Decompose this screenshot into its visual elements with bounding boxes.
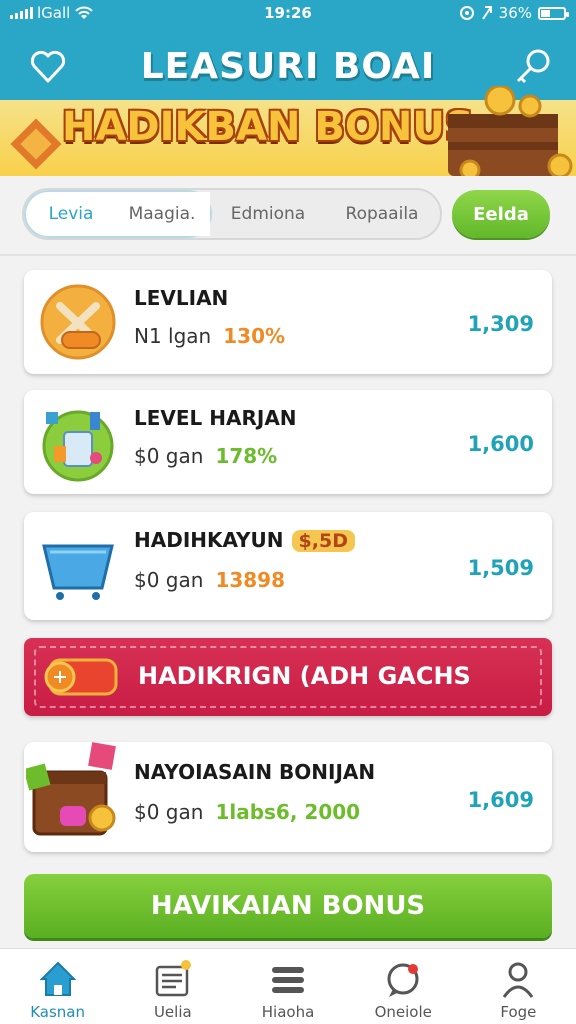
nav-label: Kasnan	[30, 1003, 85, 1021]
item-name: LEVEL HARJAN	[134, 406, 297, 430]
tab-ropaaila[interactable]: Ropaaila	[324, 190, 440, 238]
item-name: NAYOIASAIN BONIJAN	[134, 760, 376, 784]
item-subline: $0 gan 178%	[134, 444, 277, 468]
nav-item-profile[interactable]: Foge	[461, 949, 576, 1024]
battery-icon	[538, 6, 569, 20]
tab-group-active: Levia Maagia.	[24, 190, 212, 238]
item-sub: $0 gan	[134, 568, 204, 592]
tab-maagia[interactable]: Maagia.	[114, 192, 210, 236]
clock: 19:26	[264, 4, 312, 22]
tools-icon	[40, 284, 116, 360]
signal-icon	[10, 7, 33, 19]
item-amount: 1,600	[467, 432, 534, 456]
scroll-icon	[44, 658, 118, 696]
nav-label: Hiaoha	[261, 1003, 315, 1021]
tab-edmiona[interactable]: Edmiona	[212, 190, 324, 238]
nav-item-chat[interactable]: Oneiole	[346, 949, 461, 1024]
cart-icon	[42, 544, 114, 600]
item-percent: 130%	[223, 324, 286, 348]
wifi-icon	[75, 6, 94, 19]
home-icon	[39, 961, 77, 996]
list-item[interactable]: HADIHKAYUN $,5D $0 gan 13898 1,509	[24, 512, 552, 620]
profile-icon	[503, 962, 534, 998]
item-sub: N1 lgan	[134, 324, 212, 348]
bonus-title: HADIKBAN BONUS	[62, 104, 474, 150]
list-item[interactable]: LEVLIAN N1 lgan 130% 1,309	[24, 270, 552, 374]
item-percent: 1labs6, 2000	[215, 800, 361, 824]
location-icon	[459, 6, 474, 20]
main-bonus-button[interactable]: HAVIKAIAN BONUS	[24, 874, 552, 938]
app-title: LEASURI BOAI	[140, 46, 436, 87]
chat-icon	[387, 963, 419, 997]
search-key-icon[interactable]	[512, 46, 554, 88]
item-percent: 13898	[215, 568, 286, 592]
item-amount: 1,309	[467, 312, 534, 336]
promo-banner[interactable]: HADIKRIGN (ADH GACHS	[24, 638, 552, 716]
header-banner: LEASURI BOAI HADIKBAN BONUS	[0, 26, 576, 176]
toy-chest-icon	[26, 742, 116, 836]
price-badge: $,5D	[291, 530, 355, 552]
nav-item-list[interactable]: Uelia	[115, 949, 230, 1024]
status-bar: lGall 19:26 36%	[0, 0, 576, 26]
list-icon	[155, 960, 191, 997]
eelda-button[interactable]: Eelda	[452, 190, 550, 238]
menu-icon	[272, 967, 304, 993]
carrier-label: lGall	[37, 4, 71, 22]
item-subline: $0 gan 1labs6, 2000	[134, 800, 360, 824]
nav-label: Uelia	[153, 1003, 192, 1021]
list-item[interactable]: NAYOIASAIN BONIJAN $0 gan 1labs6, 2000 1…	[24, 742, 552, 852]
item-percent: 178%	[215, 444, 278, 468]
diamond-icon	[10, 118, 62, 170]
battery-percent: 36%	[498, 4, 532, 22]
item-sub: $0 gan	[134, 444, 204, 468]
item-amount: 1,509	[467, 556, 534, 580]
nav-label: Oneiole	[374, 1003, 432, 1021]
toys-icon	[42, 410, 114, 482]
item-sub: $0 gan	[134, 800, 204, 824]
banner-label: HADIKRIGN (ADH GACHS	[138, 662, 471, 690]
item-name: LEVLIAN	[134, 286, 229, 310]
bottom-nav: Kasnan Uelia Hiaoha Oneiole Foge	[0, 948, 576, 1024]
item-subline: N1 lgan 130%	[134, 324, 285, 348]
nav-item-home[interactable]: Kasnan	[0, 949, 115, 1024]
segmented-tabs: Levia Maagia. Edmiona Ropaaila	[22, 188, 442, 240]
nav-label: Foge	[500, 1003, 537, 1021]
tab-levia[interactable]: Levia	[26, 192, 116, 236]
item-name: HADIHKAYUN	[134, 528, 284, 552]
list-item[interactable]: LEVEL HARJAN $0 gan 178% 1,600	[24, 390, 552, 494]
item-name-row: HADIHKAYUN $,5D	[134, 528, 355, 552]
treasure-chest-icon	[448, 86, 573, 176]
arrow-icon	[481, 6, 492, 20]
divider	[0, 254, 576, 256]
nav-item-menu[interactable]: Hiaoha	[230, 949, 345, 1024]
item-subline: $0 gan 13898	[134, 568, 285, 592]
item-amount: 1,609	[467, 788, 534, 812]
